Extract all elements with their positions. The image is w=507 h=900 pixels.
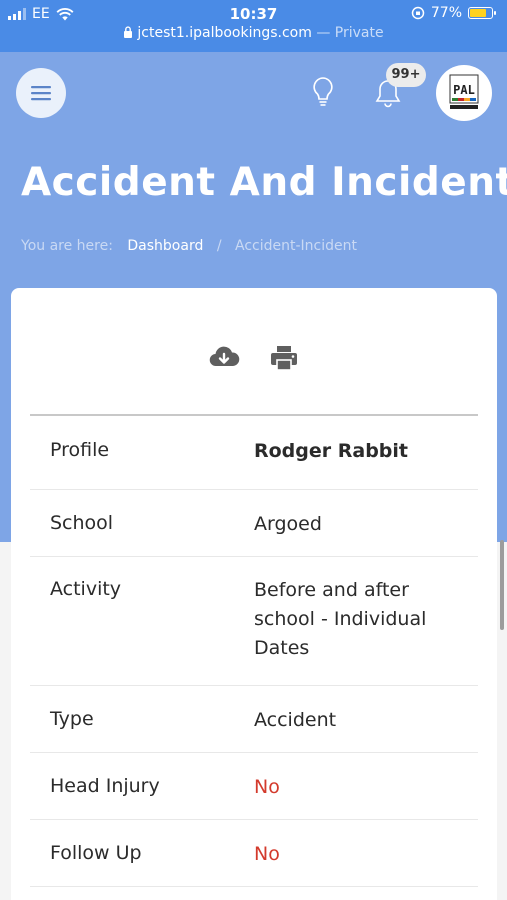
download-button[interactable]: [208, 344, 240, 372]
detail-label: Type: [50, 708, 94, 730]
detail-row-activity: Activity Before and after school - Indiv…: [30, 557, 478, 686]
detail-label: Follow Up: [50, 842, 142, 864]
url-text: jctest1.ipalbookings.com: [137, 25, 312, 41]
detail-label: Activity: [50, 578, 122, 600]
breadcrumb-current: Accident-Incident: [234, 238, 357, 254]
breadcrumb-prefix: You are here:: [21, 238, 113, 254]
detail-row-profile: Profile Rodger Rabbit: [30, 416, 478, 490]
detail-card: Profile Rodger Rabbit School Argoed Acti…: [11, 288, 497, 900]
cloud-download-icon: [209, 346, 240, 367]
detail-row-school: School Argoed: [30, 490, 478, 557]
orientation-lock-icon: [411, 6, 425, 20]
detail-value: Accident: [254, 709, 337, 731]
page-title: Accident And Incident: [21, 160, 507, 205]
battery-icon: [468, 7, 496, 19]
hamburger-icon: [31, 86, 51, 101]
card-toolbar: [11, 288, 497, 416]
print-button[interactable]: [268, 344, 300, 372]
breadcrumb: You are here: Dashboard / Accident-Incid…: [21, 238, 357, 254]
detail-value: Rodger Rabbit: [254, 440, 409, 462]
menu-button[interactable]: [16, 68, 66, 118]
detail-label: Profile: [50, 439, 110, 461]
detail-row-head-injury: Head Injury No: [30, 753, 478, 820]
detail-value: Before and after school - Individual Dat…: [254, 579, 427, 659]
detail-row-type: Type Accident: [30, 686, 478, 753]
status-bar: EE 10:37 77% jctest1.ipalbookings.com — …: [0, 0, 507, 52]
details-table: Profile Rodger Rabbit School Argoed Acti…: [30, 416, 478, 887]
private-label: — Private: [316, 25, 384, 41]
ipal-logo: PAL: [449, 74, 479, 109]
page-scrollbar[interactable]: [500, 540, 504, 630]
notification-badge[interactable]: 99+: [386, 63, 426, 87]
status-right: 77%: [411, 5, 496, 21]
lock-icon: [124, 26, 133, 38]
breadcrumb-dashboard-link[interactable]: Dashboard: [127, 238, 203, 254]
detail-label: Head Injury: [50, 775, 160, 797]
detail-value: No: [254, 776, 280, 798]
breadcrumb-separator: /: [216, 238, 222, 254]
battery-percent: 77%: [430, 5, 462, 21]
lightbulb-icon[interactable]: [310, 76, 336, 108]
address-bar[interactable]: jctest1.ipalbookings.com — Private: [0, 25, 507, 41]
detail-label: School: [50, 512, 114, 534]
detail-row-follow-up: Follow Up No: [30, 820, 478, 887]
detail-value: Argoed: [254, 513, 322, 535]
detail-value: No: [254, 843, 280, 865]
print-icon: [271, 346, 297, 371]
svg-text:PAL: PAL: [453, 83, 475, 97]
avatar[interactable]: PAL: [436, 65, 492, 121]
